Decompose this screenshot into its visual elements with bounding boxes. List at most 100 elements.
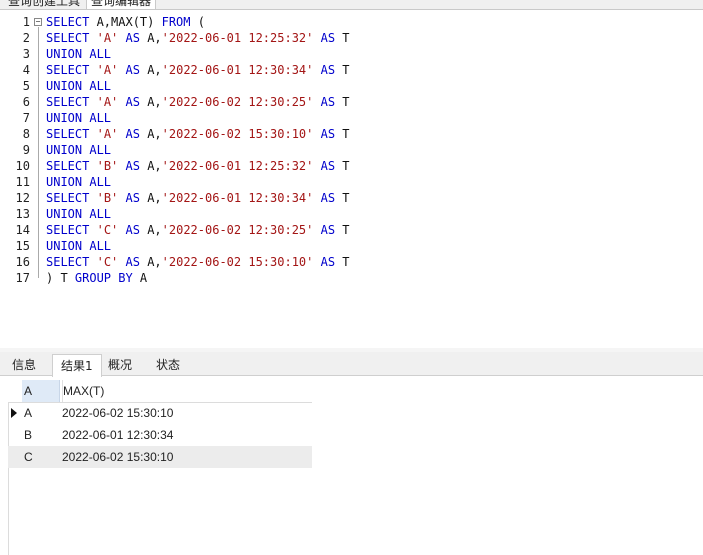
sql-string: 'C' xyxy=(96,255,119,269)
sql-text: T xyxy=(335,95,350,109)
line-number: 1 xyxy=(22,15,30,29)
line-number: 17 xyxy=(15,271,30,285)
cell-a[interactable]: A xyxy=(22,402,62,424)
sql-text: A, xyxy=(139,223,162,237)
sql-string: 'B' xyxy=(96,159,119,173)
line-number: 11 xyxy=(15,175,30,189)
sql-text: A, xyxy=(139,95,162,109)
row-selector[interactable] xyxy=(8,424,20,446)
code-text: UNION ALL xyxy=(46,46,111,62)
line-number: 7 xyxy=(22,111,30,125)
sql-text: A, xyxy=(139,63,162,77)
current-row-icon xyxy=(11,408,17,418)
sql-text: A, xyxy=(139,31,162,45)
row-selector-header[interactable] xyxy=(8,380,20,402)
table-row[interactable]: B 2022-06-01 12:30:34 xyxy=(8,424,312,446)
sql-keyword: AS xyxy=(125,31,140,45)
cell-max[interactable]: 2022-06-02 15:30:10 xyxy=(62,446,310,468)
code-text: SELECT 'A' AS A,'2022-06-02 12:30:25' AS… xyxy=(46,94,350,110)
sql-string: 'A' xyxy=(96,127,119,141)
file-tab-query-editor[interactable]: 查询编辑器 xyxy=(86,0,157,9)
code-text: SELECT 'A' AS A,'2022-06-02 15:30:10' AS… xyxy=(46,126,350,142)
sql-keyword: AS xyxy=(125,191,140,205)
sql-keyword: AS xyxy=(125,223,140,237)
code-text: UNION ALL xyxy=(46,238,111,254)
result-tab-bar: 信息 结果1 概况 状态 xyxy=(0,352,703,377)
result-tab-2[interactable]: 概况 xyxy=(100,354,140,376)
sql-keyword: AS xyxy=(320,223,336,237)
sql-editor[interactable]: 1− SELECT A,MAX(T) FROM ( 2 SELECT 'A' AS A… xyxy=(0,10,703,350)
code-text: SELECT 'A' AS A,'2022-06-01 12:25:32' AS… xyxy=(46,30,350,46)
sql-string: '2022-06-02 15:30:10' xyxy=(161,127,314,141)
sql-string: 'A' xyxy=(96,31,119,45)
code-text: SELECT 'B' AS A,'2022-06-01 12:25:32' AS… xyxy=(46,158,350,174)
cell-max[interactable]: 2022-06-02 15:30:10 xyxy=(62,402,310,424)
sql-string: '2022-06-01 12:25:32' xyxy=(161,31,314,45)
sql-string: 'B' xyxy=(96,191,119,205)
line-number: 15 xyxy=(15,239,30,253)
fold-guide xyxy=(38,27,39,278)
line-number: 3 xyxy=(22,47,30,61)
code-text: UNION ALL xyxy=(46,142,111,158)
sql-text: T xyxy=(335,223,350,237)
sql-keyword: UNION ALL xyxy=(46,79,112,93)
result-tab-0[interactable]: 信息 xyxy=(4,354,44,376)
code-text: UNION ALL xyxy=(46,206,111,222)
code-text: SELECT 'C' AS A,'2022-06-02 12:30:25' AS… xyxy=(46,222,350,238)
table-row[interactable]: A 2022-06-02 15:30:10 xyxy=(8,402,312,424)
table-row[interactable]: C 2022-06-02 15:30:10 xyxy=(8,446,312,468)
code-text: SELECT A,MAX(T) FROM ( xyxy=(46,14,205,30)
sql-string: '2022-06-02 12:30:25' xyxy=(161,95,314,109)
sql-keyword: AS xyxy=(320,95,336,109)
cell-max[interactable]: 2022-06-01 12:30:34 xyxy=(62,424,310,446)
line-number: 8 xyxy=(22,127,30,141)
line-number: 14 xyxy=(15,223,30,237)
sql-keyword: SELECT xyxy=(46,255,90,269)
code-text: SELECT 'B' AS A,'2022-06-01 12:30:34' AS… xyxy=(46,190,350,206)
line-number: 2 xyxy=(22,31,30,45)
sql-string: '2022-06-01 12:25:32' xyxy=(161,159,314,173)
line-number: 4 xyxy=(22,63,30,77)
sql-string: '2022-06-02 15:30:10' xyxy=(161,255,314,269)
column-header-a[interactable]: A xyxy=(22,380,60,402)
line-number: 6 xyxy=(22,95,30,109)
line-number: 13 xyxy=(15,207,30,221)
result-tab-3[interactable]: 状态 xyxy=(148,354,188,376)
sql-keyword: AS xyxy=(320,255,336,269)
sql-text: A,MAX(T) xyxy=(89,15,162,29)
sql-string: 'A' xyxy=(96,63,119,77)
sql-keyword: AS xyxy=(125,127,140,141)
row-selector[interactable] xyxy=(8,402,20,424)
code-text: ) T GROUP BY A xyxy=(46,270,147,286)
column-header-max[interactable]: MAX(T) xyxy=(62,380,311,402)
code-text: UNION ALL xyxy=(46,78,111,94)
result-tab-1[interactable]: 结果1 xyxy=(52,354,102,377)
sql-keyword: AS xyxy=(320,127,336,141)
sql-text: A, xyxy=(139,159,162,173)
row-selector[interactable] xyxy=(8,446,20,468)
cell-a[interactable]: C xyxy=(22,446,62,468)
cell-a[interactable]: B xyxy=(22,424,62,446)
file-tab-query-builder[interactable]: 查询创建工具 xyxy=(4,0,84,9)
fold-toggle-icon[interactable]: − xyxy=(34,18,42,26)
sql-keyword: FROM xyxy=(161,15,191,29)
sql-keyword: SELECT xyxy=(46,223,90,237)
sql-text: T xyxy=(335,159,350,173)
sql-keyword: UNION ALL xyxy=(46,239,112,253)
